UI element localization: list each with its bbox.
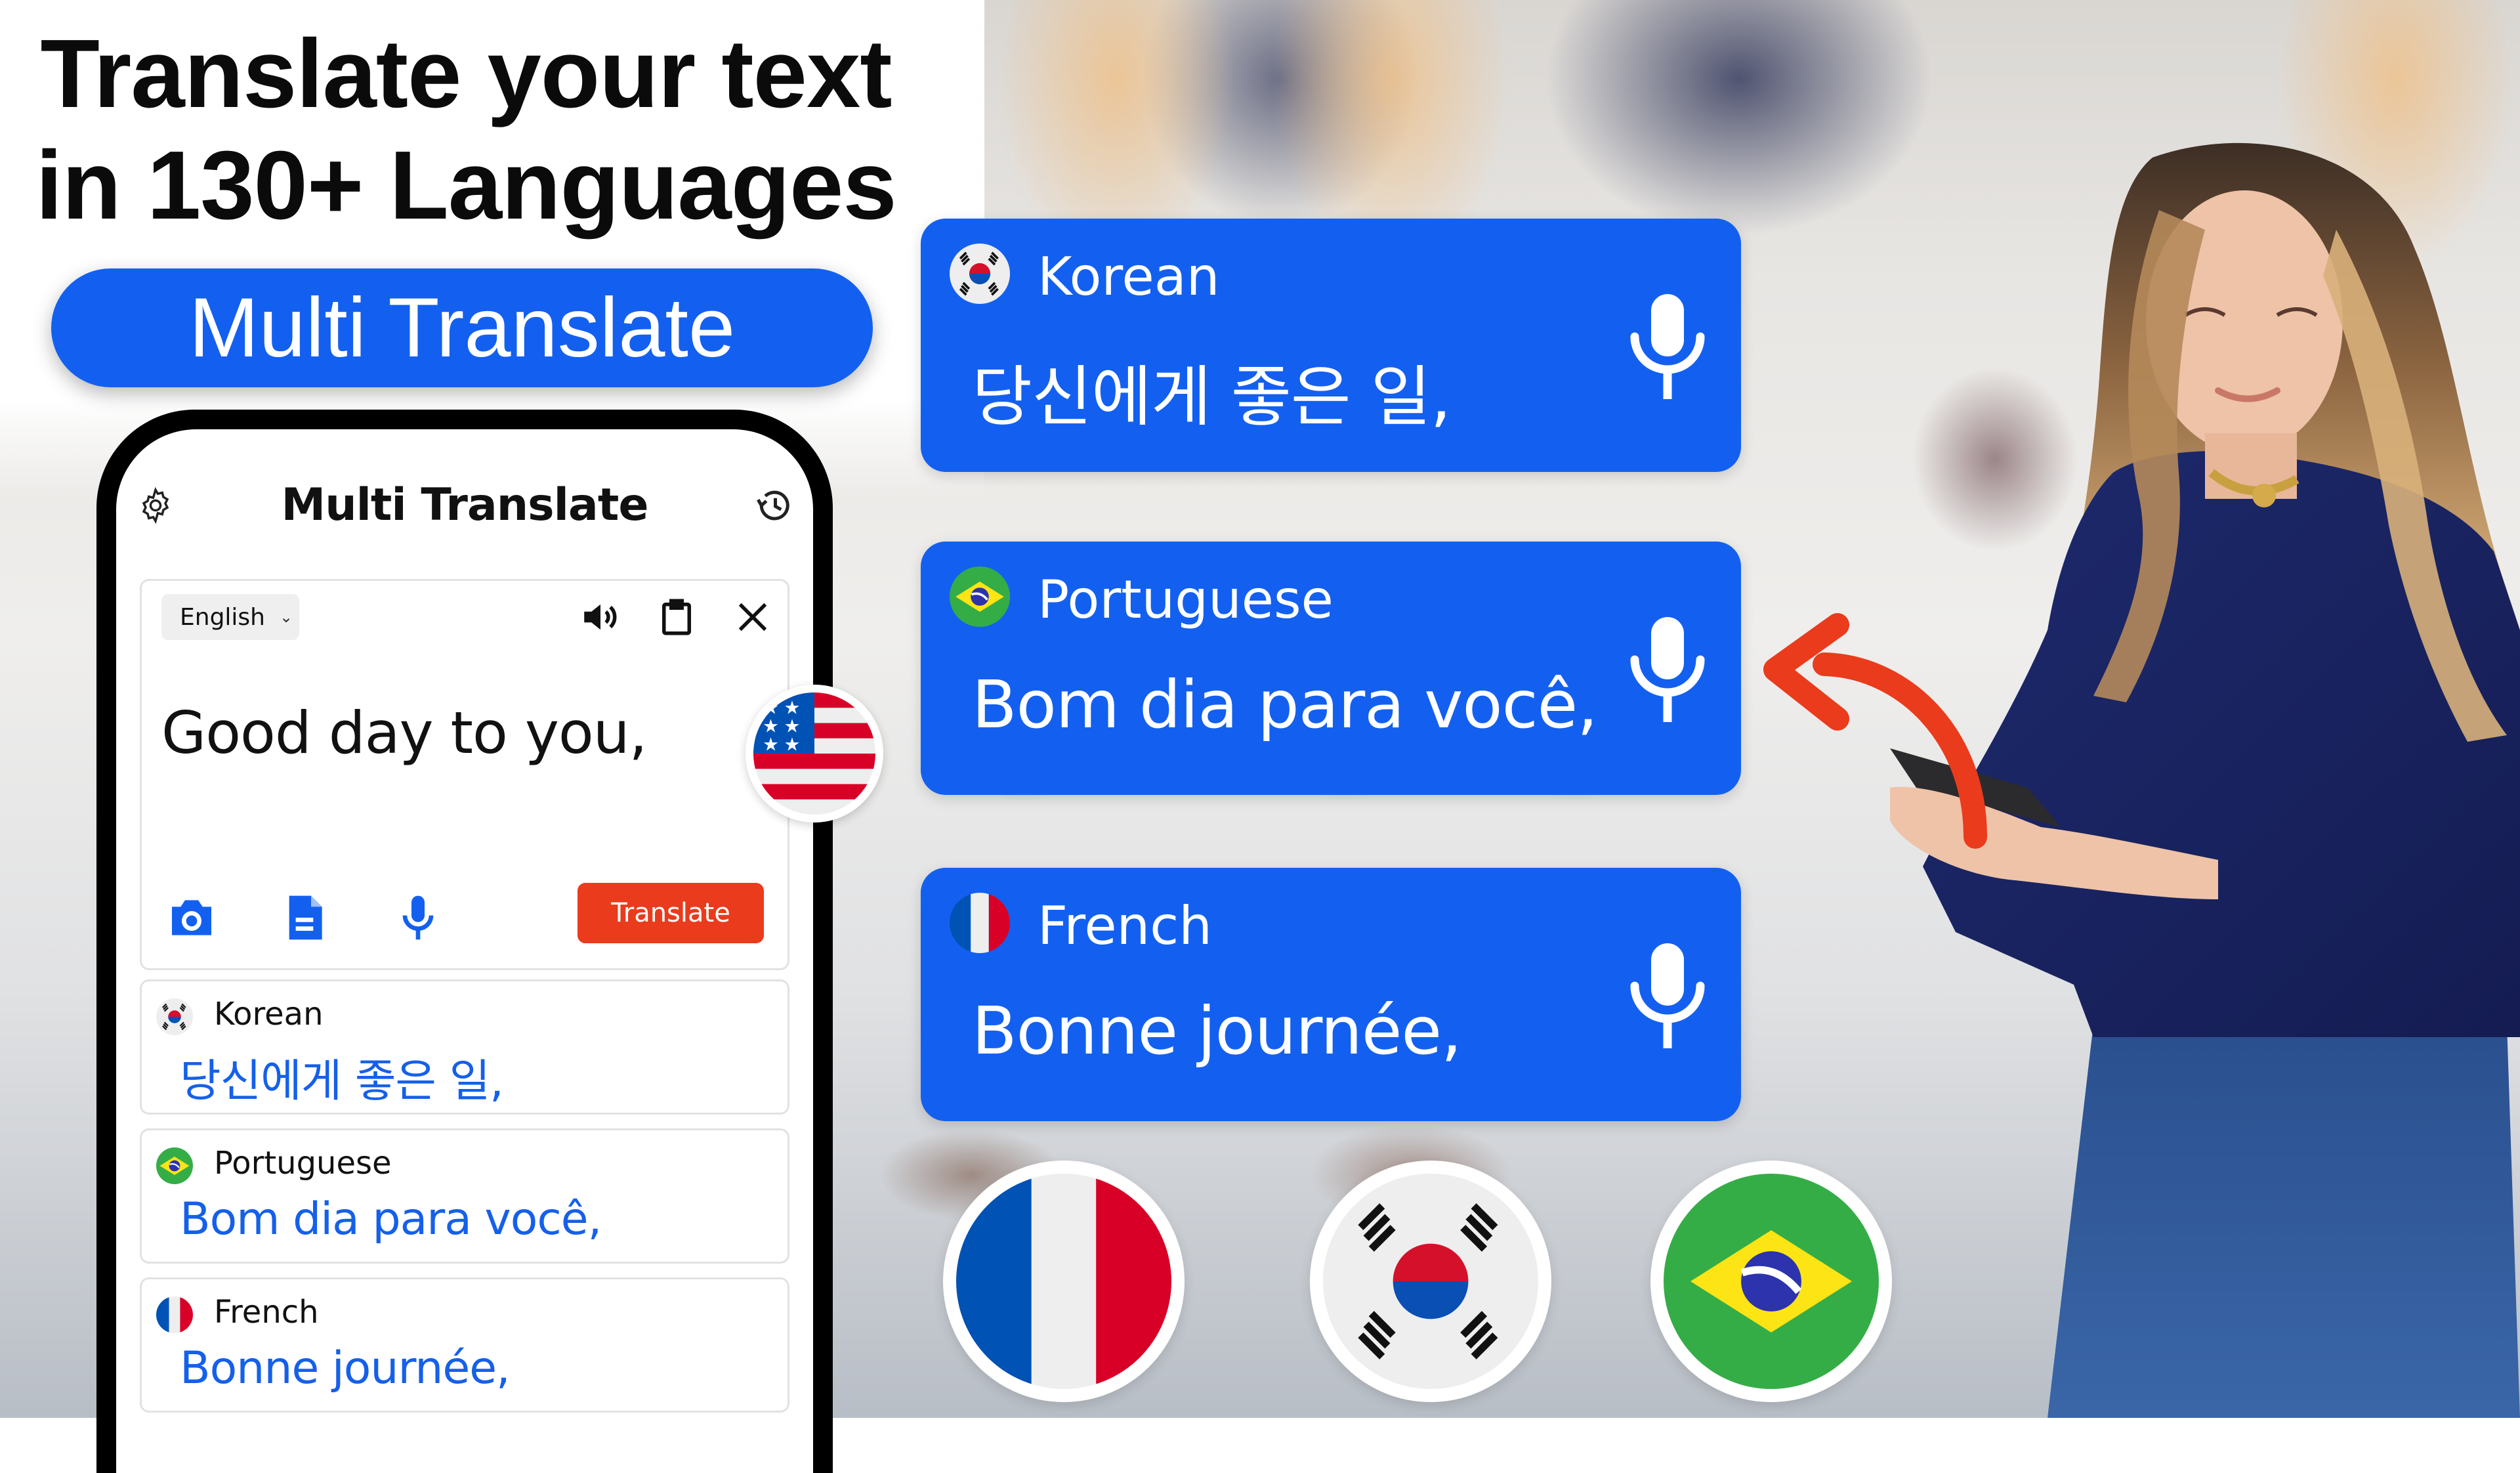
result-card-korean[interactable]: Korean 당신에게 좋은 일, <box>140 979 789 1115</box>
card-language-label: Korean <box>1038 246 1220 307</box>
south-korea-flag-icon <box>1323 1174 1538 1389</box>
card-translation-text: Bom dia para você, <box>972 666 1598 743</box>
result-card-french[interactable]: French Bonne journée, <box>140 1277 789 1413</box>
france-flag-icon <box>950 893 1010 953</box>
south-korea-flag-badge <box>1310 1161 1551 1402</box>
app-name-label: Multi Translate <box>188 281 736 375</box>
microphone-icon[interactable] <box>1628 614 1707 725</box>
translation-card-portuguese[interactable]: Portuguese Bom dia para você, <box>921 542 1741 795</box>
input-tools: Translate <box>165 883 764 949</box>
result-translation-text: 당신에게 좋은 일, <box>180 1056 504 1107</box>
clipboard-icon[interactable] <box>655 595 698 639</box>
card-translation-text: Bonne journée, <box>972 993 1462 1069</box>
microphone-icon[interactable] <box>392 888 444 947</box>
result-language-label: French <box>214 1294 319 1331</box>
south-korea-flag-icon <box>156 998 193 1035</box>
svg-text:★: ★ <box>784 733 801 755</box>
source-text-input[interactable]: Good day to you, <box>161 699 648 767</box>
svg-text:★: ★ <box>763 733 779 755</box>
brazil-flag-icon <box>1664 1174 1879 1389</box>
microphone-icon[interactable] <box>1628 291 1707 402</box>
south-korea-flag-icon <box>950 244 1010 304</box>
translation-card-korean[interactable]: Korean 당신에게 좋은 일, <box>921 219 1741 472</box>
headline-line-2: in 130+ Languages <box>35 131 896 240</box>
translation-card-french[interactable]: French Bonne journée, <box>921 868 1741 1121</box>
france-flag-badge <box>943 1161 1185 1402</box>
result-translation-text: Bonne journée, <box>180 1342 511 1394</box>
speaker-icon[interactable] <box>579 595 622 639</box>
phone-screen: Multi Translate English ⌄ Good day to yo… <box>116 429 813 1473</box>
result-card-portuguese[interactable]: Portuguese Bom dia para você, <box>140 1128 789 1264</box>
history-clock-icon[interactable] <box>754 486 793 525</box>
result-translation-text: Bom dia para você, <box>180 1193 602 1245</box>
source-language-label: English <box>180 603 265 631</box>
france-flag-icon <box>956 1174 1171 1389</box>
document-icon[interactable] <box>278 888 331 947</box>
app-name-badge: Multi Translate <box>51 268 873 387</box>
app-title: Multi Translate <box>281 479 649 531</box>
france-flag-icon <box>156 1296 193 1333</box>
source-language-dropdown[interactable]: English ⌄ <box>161 594 299 640</box>
card-translation-text: 당신에게 좋은 일, <box>972 358 1451 435</box>
usa-flag-icon: ★ ★ ★ ★ ★ ★ <box>753 693 875 815</box>
brazil-flag-badge <box>1650 1161 1892 1402</box>
usa-flag-badge: ★ ★ ★ ★ ★ ★ <box>746 685 883 822</box>
microphone-icon[interactable] <box>1628 940 1707 1052</box>
card-language-label: Portuguese <box>1038 569 1334 630</box>
card-language-label: French <box>1038 895 1212 956</box>
brazil-flag-icon <box>156 1147 193 1184</box>
headline-line-1: Translate your text <box>40 20 892 128</box>
camera-icon[interactable] <box>165 888 218 947</box>
chevron-down-icon: ⌄ <box>280 608 293 626</box>
phone-mockup: Multi Translate English ⌄ Good day to yo… <box>96 410 833 1473</box>
input-actions <box>579 595 774 639</box>
result-language-label: Korean <box>214 996 324 1033</box>
curved-arrow-icon <box>1763 613 1987 849</box>
result-language-label: Portuguese <box>214 1145 392 1182</box>
close-icon[interactable] <box>731 595 774 639</box>
headline: Translate your text in 130+ Languages <box>0 18 932 242</box>
brazil-flag-icon <box>950 566 1010 627</box>
source-input-card: English ⌄ Good day to you, Translate <box>140 579 789 970</box>
translate-button[interactable]: Translate <box>578 883 764 943</box>
app-header: Multi Translate <box>116 469 813 534</box>
